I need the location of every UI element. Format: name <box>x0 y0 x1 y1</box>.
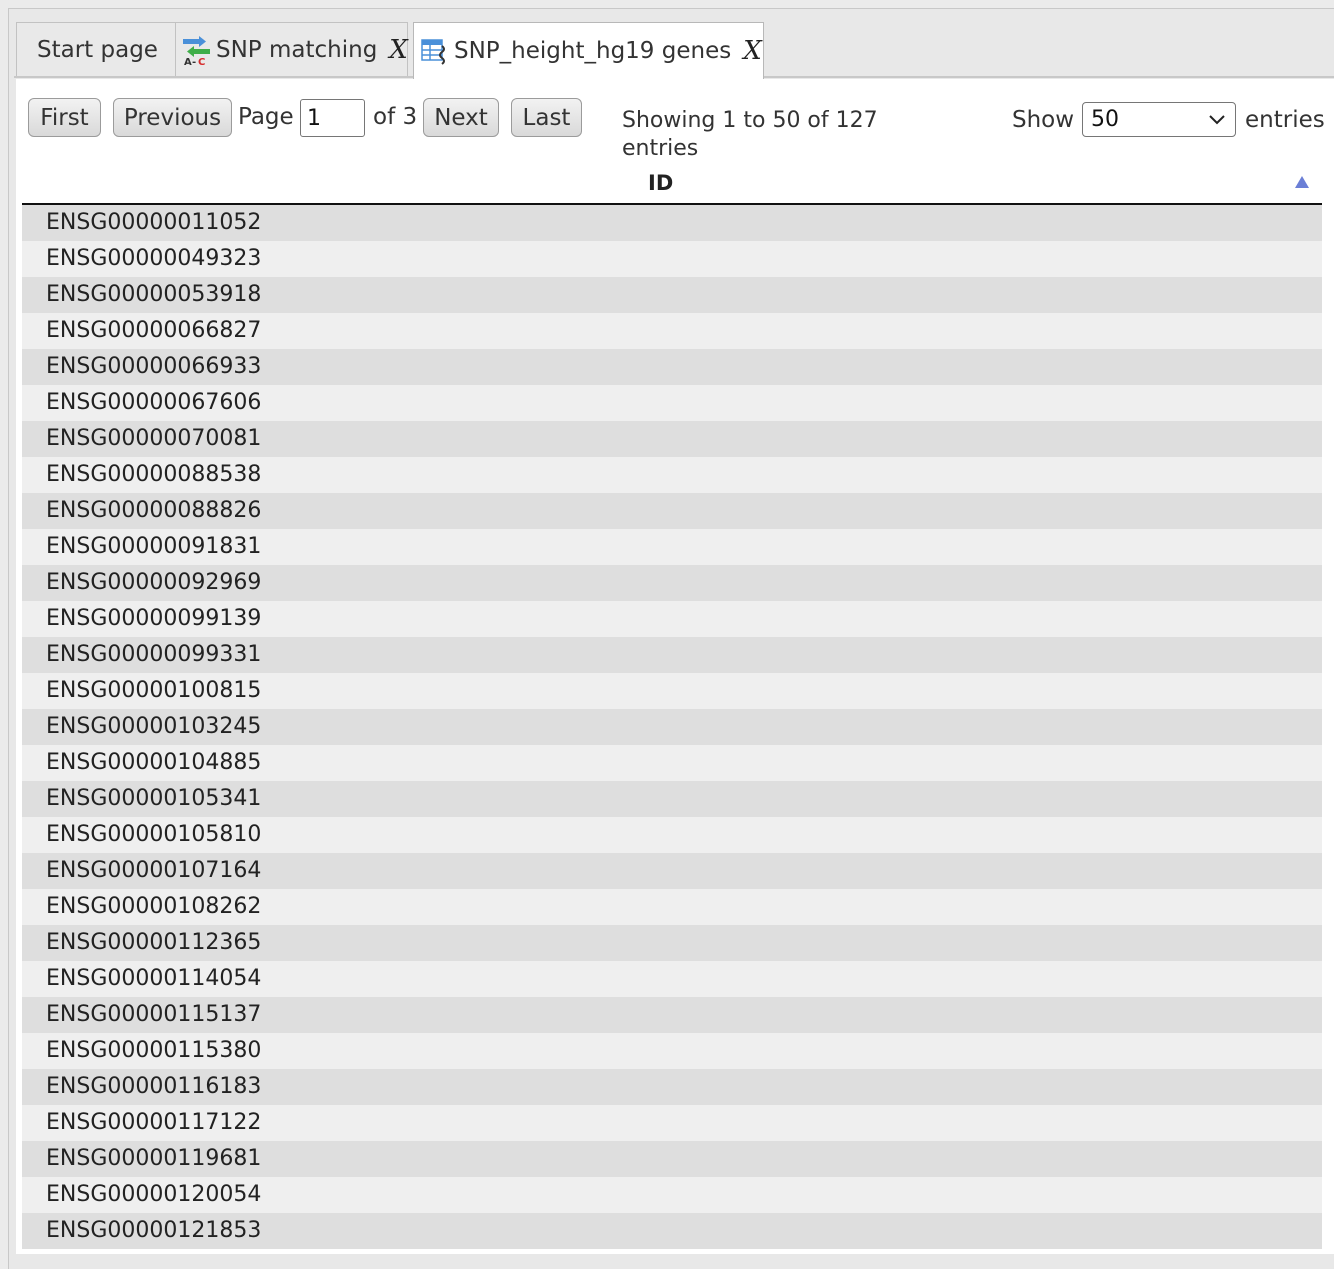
sort-ascending-icon <box>1295 176 1309 188</box>
page-number-input[interactable] <box>300 99 365 137</box>
table-row[interactable]: ENSG00000116183 <box>22 1069 1322 1105</box>
table-row[interactable]: ENSG00000104885 <box>22 745 1322 781</box>
last-page-button[interactable]: Last <box>511 98 582 137</box>
table-row[interactable]: ENSG00000115380 <box>22 1033 1322 1069</box>
entries-per-page-value: 50 <box>1091 107 1119 132</box>
table-row[interactable]: ENSG00000115137 <box>22 997 1322 1033</box>
table-row[interactable]: ENSG00000070081 <box>22 421 1322 457</box>
table-row[interactable]: ENSG00000091831 <box>22 529 1322 565</box>
gene-table-icon <box>421 39 445 65</box>
table-row[interactable]: ENSG00000099139 <box>22 601 1322 637</box>
table-row[interactable]: ENSG00000119681 <box>22 1141 1322 1177</box>
id-column-header[interactable]: ID <box>22 167 1322 205</box>
previous-page-button[interactable]: Previous <box>113 98 232 137</box>
table-row[interactable]: ENSG00000049323 <box>22 241 1322 277</box>
tab-snp-height-genes-close-icon[interactable]: X <box>743 36 762 66</box>
entries-per-page-select[interactable]: 50 <box>1082 102 1236 137</box>
table-row[interactable]: ENSG00000100815 <box>22 673 1322 709</box>
table-row[interactable]: ENSG00000105341 <box>22 781 1322 817</box>
table-row[interactable]: ENSG00000117122 <box>22 1105 1322 1141</box>
table-row[interactable]: ENSG00000066827 <box>22 313 1322 349</box>
table-row[interactable]: ENSG00000105810 <box>22 817 1322 853</box>
table-row[interactable]: ENSG00000088538 <box>22 457 1322 493</box>
snp-matching-icon: A - C <box>183 35 210 67</box>
table-row[interactable]: ENSG00000121853 <box>22 1213 1322 1249</box>
tab-snp-height-genes[interactable]: SNP_height_hg19 genes X <box>413 22 764 79</box>
table-row[interactable]: ENSG00000107164 <box>22 853 1322 889</box>
id-column-header-label: ID <box>648 171 674 195</box>
entries-summary: Showing 1 to 50 of 127 entries <box>622 108 878 161</box>
gene-id-table-body: ENSG00000011052 ENSG00000049323 ENSG000000… <box>22 205 1322 1249</box>
table-row[interactable]: ENSG00000053918 <box>22 277 1322 313</box>
page-label: Page <box>238 104 294 130</box>
chevron-down-icon <box>1209 115 1225 125</box>
table-row[interactable]: ENSG00000120054 <box>22 1177 1322 1213</box>
tab-snp-matching[interactable]: A - C SNP matching X <box>175 22 408 76</box>
gene-table-panel: First Previous Page of 3 Next Last Showi… <box>16 79 1334 1254</box>
tab-snp-matching-close-icon[interactable]: X <box>389 35 408 65</box>
table-row[interactable]: ENSG00000103245 <box>22 709 1322 745</box>
first-page-button[interactable]: First <box>28 98 101 137</box>
table-row[interactable]: ENSG00000066933 <box>22 349 1322 385</box>
tab-bar: Start page A - C SNP matching X SNP_heig… <box>14 22 1334 79</box>
svg-text:-: - <box>192 57 196 67</box>
table-row[interactable]: ENSG00000088826 <box>22 493 1322 529</box>
table-row[interactable]: ENSG00000108262 <box>22 889 1322 925</box>
svg-text:C: C <box>198 57 205 67</box>
entries-label: entries <box>1245 107 1325 133</box>
page-count-label: of 3 <box>373 104 418 130</box>
tab-snp-matching-label: SNP matching <box>216 36 378 63</box>
table-row[interactable]: ENSG00000114054 <box>22 961 1322 997</box>
next-page-button[interactable]: Next <box>423 98 499 137</box>
svg-text:A: A <box>184 57 192 67</box>
show-label: Show <box>1012 107 1075 133</box>
tab-snp-height-genes-label: SNP_height_hg19 genes <box>454 38 732 64</box>
tab-start-page[interactable]: Start page <box>16 22 181 76</box>
table-row[interactable]: ENSG00000099331 <box>22 637 1322 673</box>
table-row[interactable]: ENSG00000067606 <box>22 385 1322 421</box>
tab-start-page-label: Start page <box>37 36 158 63</box>
table-row[interactable]: ENSG00000011052 <box>22 205 1322 241</box>
table-row[interactable]: ENSG00000092969 <box>22 565 1322 601</box>
table-row[interactable]: ENSG00000112365 <box>22 925 1322 961</box>
